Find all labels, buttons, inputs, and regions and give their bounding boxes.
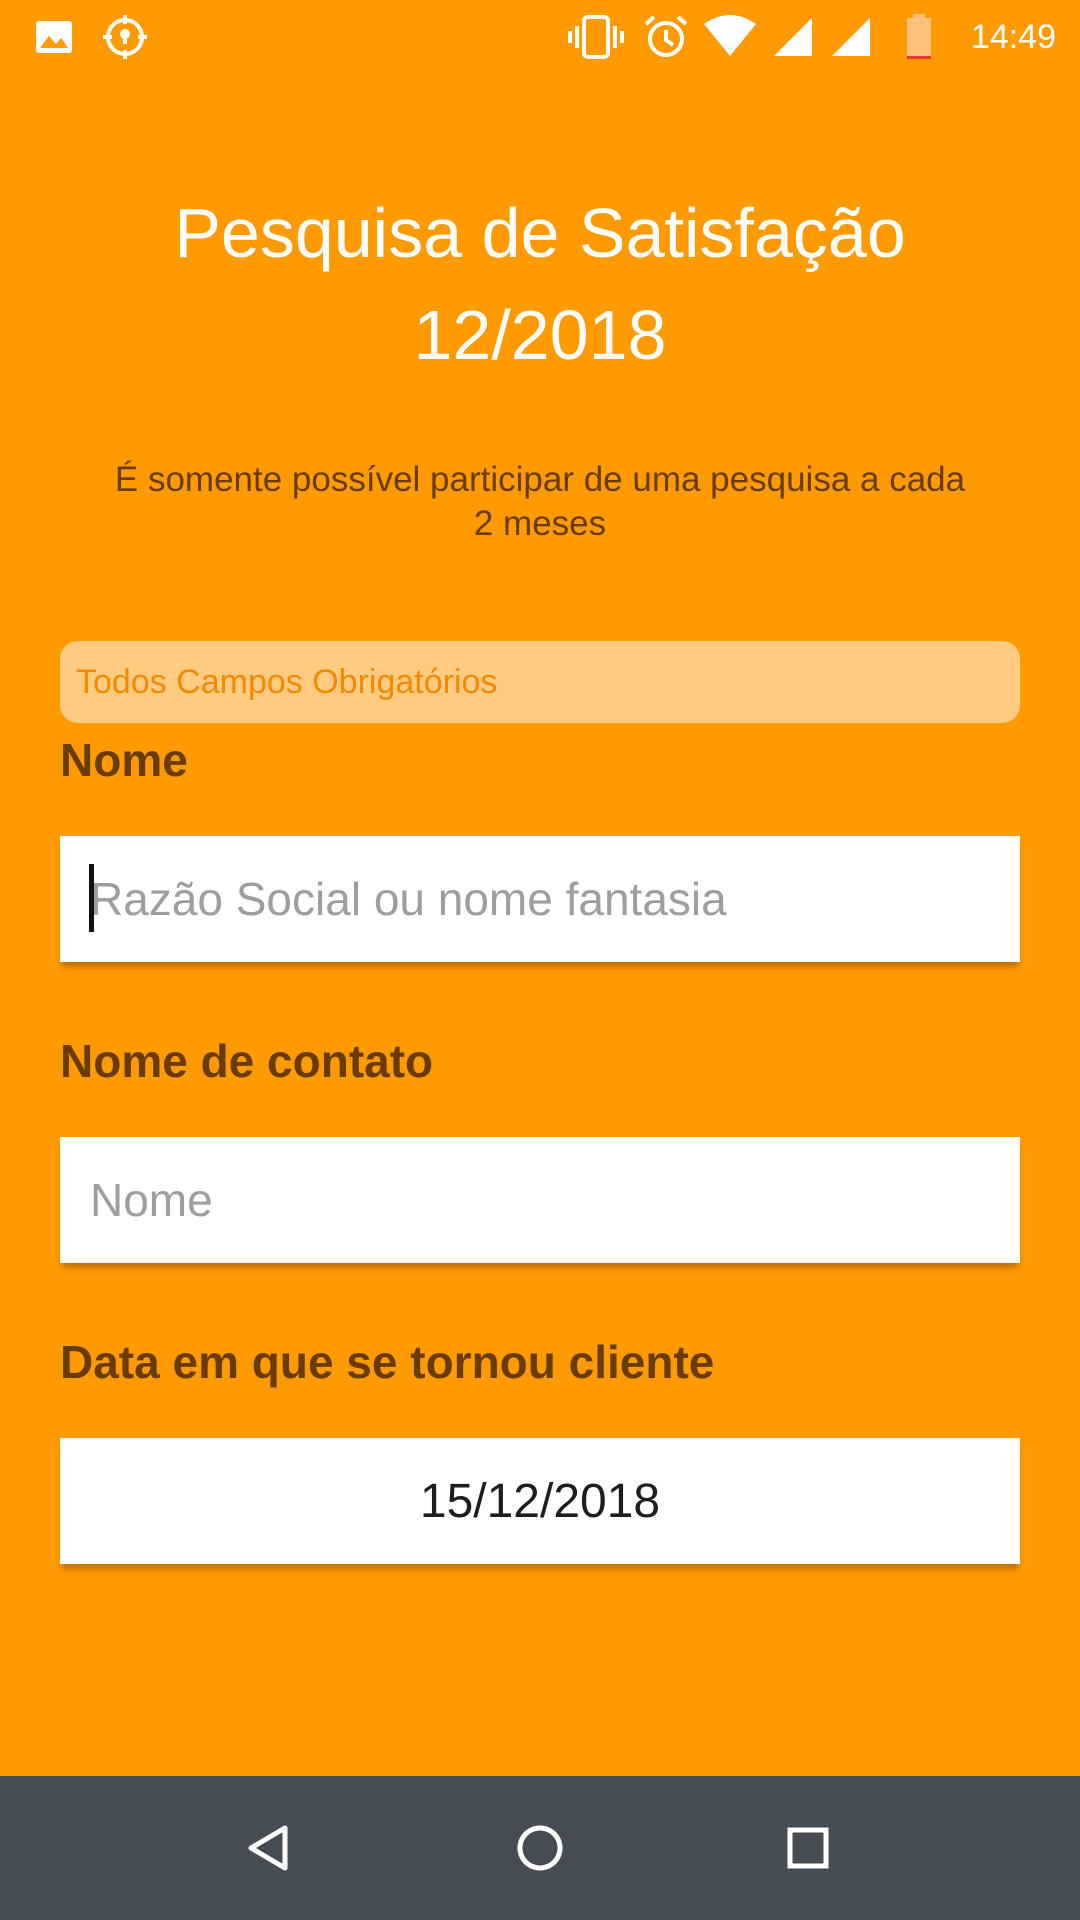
status-bar: 14:49 — [0, 0, 1080, 75]
required-fields-notice: Todos Campos Obrigatórios — [60, 641, 1020, 723]
signal-icon — [772, 14, 814, 60]
company-name-input[interactable] — [60, 836, 1020, 962]
client-since-label: Data em que se tornou cliente — [60, 1336, 715, 1388]
text-cursor — [89, 864, 94, 932]
page-subtitle: É somente possível participar de uma pes… — [114, 460, 966, 543]
location-icon — [102, 14, 148, 60]
battery-icon — [904, 14, 934, 60]
contact-name-label: Nome de contato — [60, 1035, 434, 1087]
required-fields-notice-text: Todos Campos Obrigatórios — [76, 662, 498, 701]
page-title: Pesquisa de Satisfação 12/2018 — [0, 182, 1080, 386]
navigation-bar — [0, 1776, 1080, 1920]
client-since-date-field[interactable]: 15/12/2018 — [60, 1438, 1020, 1564]
vibrate-icon — [568, 14, 624, 60]
recents-icon[interactable] — [772, 1812, 844, 1884]
client-since-date-value: 15/12/2018 — [419, 1474, 661, 1528]
alarm-icon — [642, 14, 690, 60]
page-title-line2: 12/2018 — [413, 296, 667, 374]
signal-icon — [830, 14, 872, 60]
image-icon — [32, 14, 76, 60]
contact-name-input[interactable] — [60, 1137, 1020, 1263]
status-time: 14:49 — [970, 18, 1056, 56]
page-title-line1: Pesquisa de Satisfação — [174, 194, 906, 272]
name-label: Nome — [60, 734, 188, 786]
wifi-icon — [702, 14, 758, 60]
back-icon[interactable] — [233, 1812, 305, 1884]
home-icon[interactable] — [504, 1812, 576, 1884]
app-screen: 14:49 Pesquisa de Satisfação 12/2018 É s… — [0, 0, 1080, 1920]
